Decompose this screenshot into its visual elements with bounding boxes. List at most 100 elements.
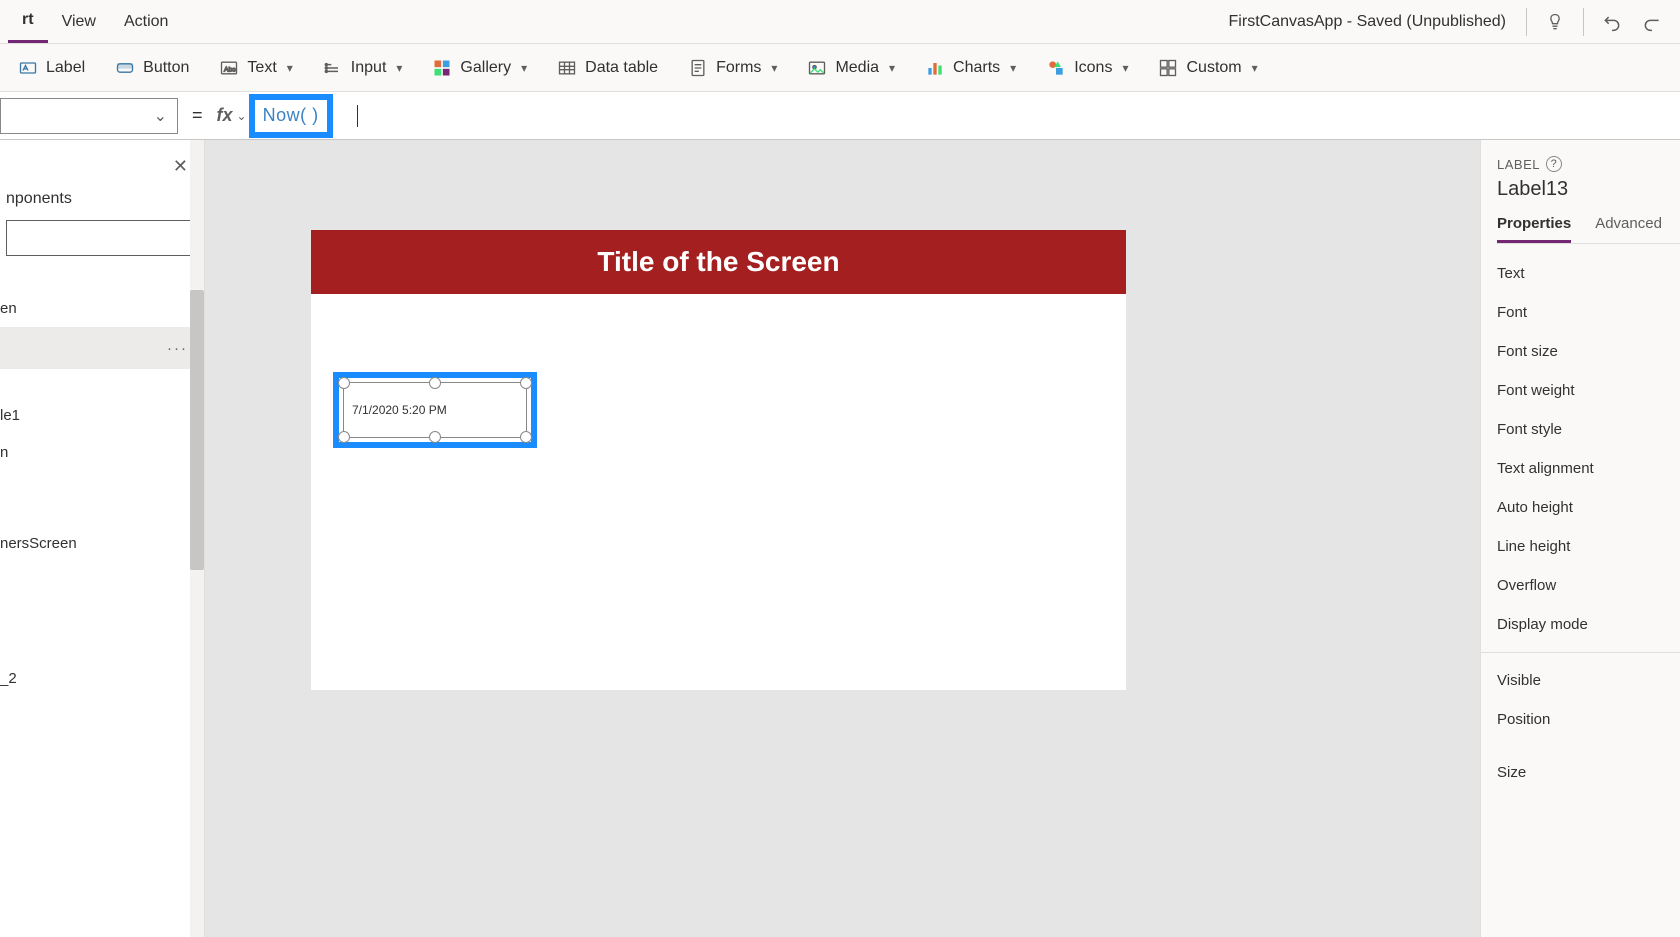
ribbon-icons-button[interactable]: Icons ▾ <box>1040 54 1134 82</box>
prop-text[interactable]: Text <box>1497 254 1680 293</box>
control-type-label: LABEL <box>1497 157 1540 172</box>
ribbon-charts-button[interactable]: Charts ▾ <box>919 54 1022 82</box>
tree-view-panel: ✕ nponents en ··· le1 n nersScreen _2 <box>0 140 205 937</box>
ribbon-label-button[interactable]: Label <box>12 54 91 82</box>
ribbon-input-text: Input <box>351 59 387 77</box>
tree-node[interactable]: _2 <box>0 660 204 697</box>
ribbon-media-button[interactable]: Media ▾ <box>801 54 901 82</box>
prop-auto-height[interactable]: Auto height <box>1497 488 1680 527</box>
ribbon-charts-text: Charts <box>953 59 1000 77</box>
chevron-down-icon: ▾ <box>396 61 402 75</box>
ribbon-custom-button[interactable]: Custom ▾ <box>1152 54 1263 82</box>
ribbon-label-text: Label <box>46 59 85 77</box>
prop-font-style[interactable]: Font style <box>1497 410 1680 449</box>
prop-position[interactable]: Position <box>1497 700 1680 739</box>
separator <box>1481 652 1680 653</box>
fx-button[interactable]: fx ⌄ <box>217 105 253 126</box>
ribbon-input-button[interactable]: Input ▾ <box>317 54 409 82</box>
resize-handle[interactable] <box>429 377 441 389</box>
ribbon-forms-button[interactable]: Forms ▾ <box>682 54 783 82</box>
resize-handle[interactable] <box>338 377 350 389</box>
formula-highlight: Now( ) <box>249 94 333 138</box>
more-icon[interactable]: ··· <box>167 340 188 357</box>
tab-properties[interactable]: Properties <box>1497 215 1571 243</box>
equals-sign: = <box>178 105 217 126</box>
tree-tab-components[interactable]: nponents <box>0 140 204 218</box>
input-icon <box>323 58 343 78</box>
tree-node[interactable]: nersScreen <box>0 525 204 562</box>
close-icon[interactable]: ✕ <box>173 156 188 177</box>
selection-highlight: 7/1/2020 5:20 PM <box>333 372 537 448</box>
ribbon-gallery-text: Gallery <box>460 59 511 77</box>
ribbon-gallery-button[interactable]: Gallery ▾ <box>426 54 533 82</box>
ribbon-datatable-button[interactable]: Data table <box>551 54 664 82</box>
svg-text:Abc: Abc <box>224 66 236 73</box>
tree-node[interactable]: le1 <box>0 397 204 434</box>
chevron-down-icon: ▾ <box>771 61 777 75</box>
insert-ribbon: Label Button Abc Text ▾ Input ▾ Gallery … <box>0 44 1680 92</box>
resize-handle[interactable] <box>520 377 532 389</box>
gallery-icon <box>432 58 452 78</box>
tree-node[interactable]: n <box>0 434 204 471</box>
prop-font[interactable]: Font <box>1497 293 1680 332</box>
table-icon <box>557 58 577 78</box>
ribbon-icons-text: Icons <box>1074 59 1112 77</box>
chevron-down-icon: ▾ <box>521 61 527 75</box>
tree-view: en ··· le1 n nersScreen _2 <box>0 268 204 697</box>
text-cursor <box>357 105 358 127</box>
prop-line-height[interactable]: Line height <box>1497 527 1680 566</box>
tree-search-input[interactable] <box>6 220 192 256</box>
ribbon-datatable-text: Data table <box>585 59 658 77</box>
charts-icon <box>925 58 945 78</box>
prop-size[interactable]: Size <box>1497 753 1680 792</box>
formula-expression: Now( ) <box>263 105 319 126</box>
ribbon-media-text: Media <box>835 59 879 77</box>
menu-tab-view[interactable]: View <box>48 0 110 43</box>
resize-handle[interactable] <box>429 431 441 443</box>
ribbon-custom-text: Custom <box>1186 59 1241 77</box>
label-value: 7/1/2020 5:20 PM <box>352 403 447 417</box>
help-icon[interactable]: ? <box>1546 156 1562 172</box>
screen-title-label[interactable]: Title of the Screen <box>311 230 1126 294</box>
menu-tab-insert[interactable]: rt <box>8 0 48 43</box>
prop-visible[interactable]: Visible <box>1497 661 1680 700</box>
prop-display-mode[interactable]: Display mode <box>1497 605 1680 644</box>
resize-handle[interactable] <box>520 431 532 443</box>
tree-node-selected[interactable]: ··· <box>0 327 204 369</box>
formula-bar: ⌄ = fx ⌄ Now( ) <box>0 92 1680 140</box>
properties-panel: LABEL ? Label13 Properties Advanced Text… <box>1480 140 1680 937</box>
button-icon <box>115 58 135 78</box>
scrollbar-thumb[interactable] <box>190 290 204 570</box>
chevron-down-icon: ▾ <box>287 61 293 75</box>
control-name[interactable]: Label13 <box>1497 178 1680 201</box>
scrollbar[interactable] <box>190 140 204 937</box>
menu-tab-action[interactable]: Action <box>110 0 182 43</box>
chevron-down-icon: ▾ <box>1252 61 1258 75</box>
prop-font-weight[interactable]: Font weight <box>1497 371 1680 410</box>
formula-input[interactable]: Now( ) <box>253 92 1680 139</box>
tree-node[interactable]: en <box>0 290 204 327</box>
tab-advanced[interactable]: Advanced <box>1595 215 1662 243</box>
redo-icon[interactable] <box>1632 2 1672 42</box>
divider <box>1583 8 1584 36</box>
divider <box>1526 8 1527 36</box>
text-icon: Abc <box>219 58 239 78</box>
property-dropdown[interactable]: ⌄ <box>0 98 178 134</box>
ribbon-button-button[interactable]: Button <box>109 54 195 82</box>
resize-handle[interactable] <box>338 431 350 443</box>
app-checker-icon[interactable] <box>1535 2 1575 42</box>
prop-text-alignment[interactable]: Text alignment <box>1497 449 1680 488</box>
ribbon-forms-text: Forms <box>716 59 761 77</box>
prop-font-size[interactable]: Font size <box>1497 332 1680 371</box>
chevron-down-icon: ▾ <box>1122 61 1128 75</box>
canvas-area[interactable]: Title of the Screen 7/1/2020 5:20 PM <box>205 140 1480 937</box>
canvas-screen[interactable]: Title of the Screen 7/1/2020 5:20 PM <box>311 230 1126 690</box>
ribbon-text-button[interactable]: Abc Text ▾ <box>213 54 298 82</box>
chevron-down-icon: ▾ <box>889 61 895 75</box>
ribbon-text-text: Text <box>247 59 276 77</box>
app-title: FirstCanvasApp - Saved (Unpublished) <box>1229 13 1518 31</box>
undo-icon[interactable] <box>1592 2 1632 42</box>
prop-overflow[interactable]: Overflow <box>1497 566 1680 605</box>
label-control-selected[interactable]: 7/1/2020 5:20 PM <box>343 382 527 438</box>
icons-icon <box>1046 58 1066 78</box>
